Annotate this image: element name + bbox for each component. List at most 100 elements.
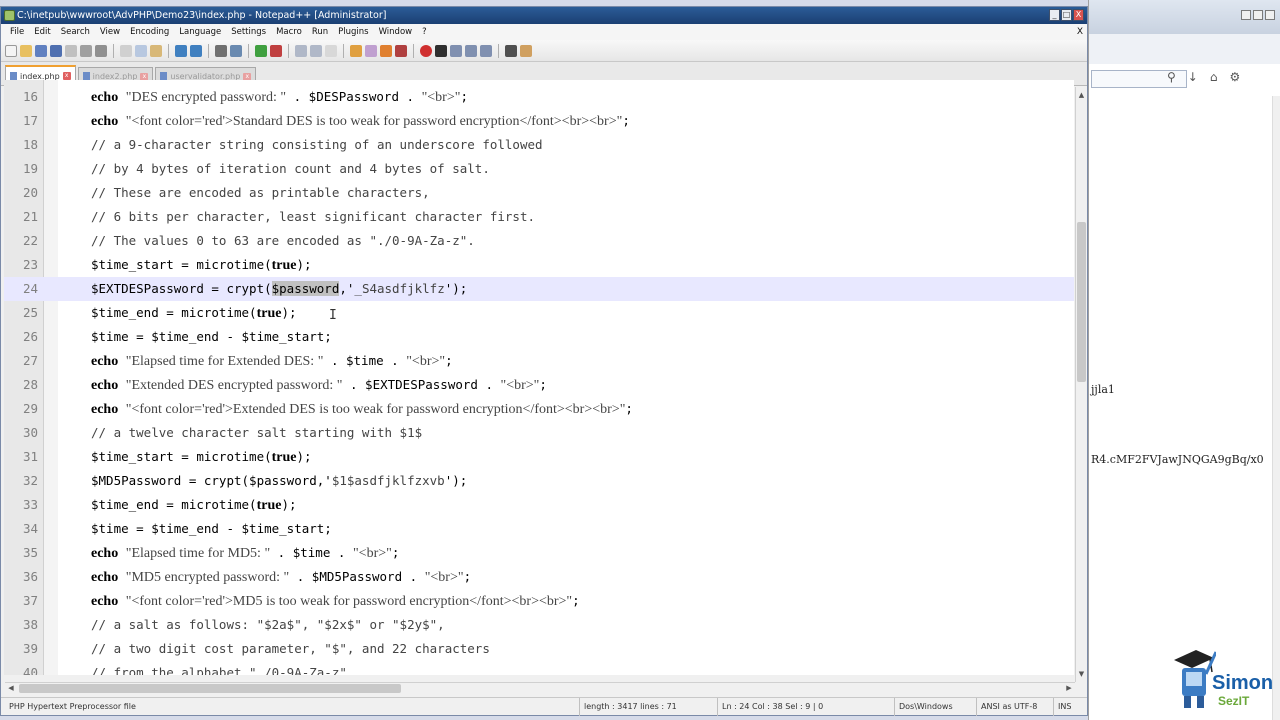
open-file-icon[interactable] [20,44,32,57]
redo-icon[interactable] [190,44,202,57]
menu-help[interactable]: ? [417,24,432,40]
download-icon[interactable]: ↓ [1188,70,1198,84]
code-editor[interactable]: 16 echo "DES encrypted password: " . $DES… [4,80,1074,675]
code-line[interactable]: 34 $time = $time_end - $time_start; [4,517,1074,541]
code-line[interactable]: 36 echo "MD5 encrypted password: " . $MD5… [4,565,1074,589]
horizontal-scrollbar[interactable]: ◀ ▶ [5,682,1075,694]
print-icon[interactable] [95,44,107,57]
code-line[interactable]: 28 echo "Extended DES encrypted password:… [4,373,1074,397]
code-line[interactable]: 35 echo "Elapsed time for MD5: " . $time … [4,541,1074,565]
save-all-icon[interactable] [50,44,62,57]
code-line[interactable]: 18 // a 9-character string consisting of … [4,133,1074,157]
menu-window[interactable]: Window [374,24,418,40]
menu-edit[interactable]: Edit [29,24,55,40]
code-line[interactable]: 23 $time_start = microtime(true); [4,253,1074,277]
play-macro-icon[interactable] [450,44,462,57]
background-scrollbar[interactable] [1272,96,1280,720]
scroll-right-arrow-icon[interactable]: ▶ [1063,683,1075,694]
close-all-icon[interactable] [80,44,92,57]
code-line[interactable]: 16 echo "DES encrypted password: " . $DES… [4,85,1074,109]
vertical-scrollbar[interactable]: ▲ ▼ [1075,87,1087,682]
undo-icon[interactable] [175,44,187,57]
cut-icon[interactable] [120,44,132,57]
menu-macro[interactable]: Macro [271,24,307,40]
find-icon[interactable] [215,44,227,57]
function-list-icon[interactable] [395,44,407,57]
scroll-down-arrow-icon[interactable]: ▼ [1076,668,1087,680]
menu-file[interactable]: File [5,24,29,40]
close-icon[interactable] [1265,10,1275,20]
plugin-icon[interactable] [505,44,517,57]
replace-icon[interactable] [230,44,242,57]
code-line[interactable]: 24 $EXTDESPassword = crypt($password,'_S4… [4,277,1074,301]
minimize-icon[interactable] [1241,10,1251,20]
tab-close-icon[interactable]: x [62,72,71,80]
code-line[interactable]: 17 echo "<font color='red'>Standard DES i… [4,109,1074,133]
code-line[interactable]: 27 echo "Elapsed time for Extended DES: "… [4,349,1074,373]
search-icon[interactable]: ⚲ [1167,70,1176,84]
menu-run[interactable]: Run [307,24,333,40]
code-token: _S4asdfjklfz [354,281,445,296]
sync-vertical-icon[interactable] [295,44,307,57]
code-text: // These are encoded as printable charac… [91,181,430,205]
maximize-button[interactable]: □ [1061,9,1072,21]
close-file-icon[interactable] [65,44,77,57]
scroll-up-arrow-icon[interactable]: ▲ [1076,89,1087,101]
plugin-icon-2[interactable] [520,44,532,57]
code-line[interactable]: 39 // a two digit cost parameter, "$", an… [4,637,1074,661]
code-line[interactable]: 29 echo "<font color='red'>Extended DES i… [4,397,1074,421]
minimize-button[interactable]: _ [1049,9,1060,21]
background-window-controls [1241,10,1275,20]
code-text: // by 4 bytes of iteration count and 4 b… [91,157,490,181]
new-file-icon[interactable] [5,44,17,57]
code-line[interactable]: 22 // The values 0 to 63 are encoded as "… [4,229,1074,253]
settings-icon[interactable]: ⚙ [1229,70,1240,84]
close-button[interactable]: X [1073,9,1084,21]
language-icon[interactable] [380,44,392,57]
save-icon[interactable] [35,44,47,57]
code-line[interactable]: 25 $time_end = microtime(true); [4,301,1074,325]
maximize-icon[interactable] [1253,10,1263,20]
scrollbar-thumb[interactable] [19,684,401,693]
record-macro-icon[interactable] [420,44,432,57]
indent-guide-icon[interactable] [365,44,377,57]
document-close-button[interactable]: X [1077,24,1083,40]
menu-encoding[interactable]: Encoding [125,24,174,40]
word-wrap-icon[interactable] [325,44,337,57]
save-macro-icon[interactable] [480,44,492,57]
paste-icon[interactable] [150,44,162,57]
show-all-characters-icon[interactable] [350,44,362,57]
code-line[interactable]: 21 // 6 bits per character, least signifi… [4,205,1074,229]
zoom-in-icon[interactable] [255,44,267,57]
code-line[interactable]: 26 $time = $time_end - $time_start; [4,325,1074,349]
run-macro-multiple-icon[interactable] [465,44,477,57]
code-line[interactable]: 33 $time_end = microtime(true); [4,493,1074,517]
code-line[interactable]: 37 echo "<font color='red'>MD5 is too wea… [4,589,1074,613]
code-line[interactable]: 38 // a salt as follows: "$2a$", "$2x$" o… [4,613,1074,637]
line-number: 22 [22,233,38,248]
code-line[interactable]: 31 $time_start = microtime(true); [4,445,1074,469]
code-line[interactable]: 30 // a twelve character salt starting wi… [4,421,1074,445]
zoom-out-icon[interactable] [270,44,282,57]
menu-view[interactable]: View [95,24,125,40]
code-token: ; [625,401,633,416]
sync-horizontal-icon[interactable] [310,44,322,57]
code-token: $EXTDESPassword = crypt( [91,281,272,296]
scrollbar-thumb[interactable] [1077,222,1086,382]
menu-settings[interactable]: Settings [226,24,271,40]
code-line[interactable]: 32 $MD5Password = crypt($password,'$1$asd… [4,469,1074,493]
menu-search[interactable]: Search [56,24,95,40]
menu-plugins[interactable]: Plugins [333,24,373,40]
home-icon[interactable]: ⌂ [1210,70,1218,84]
copy-icon[interactable] [135,44,147,57]
logo-word-secondary: SezIT [1218,694,1250,708]
code-line[interactable]: 40 // from the alphabet "./0-9A-Za-z". [4,661,1074,675]
scroll-left-arrow-icon[interactable]: ◀ [5,683,17,694]
status-length: length : 3417 lines : 71 [579,698,677,716]
code-line[interactable]: 20 // These are encoded as printable char… [4,181,1074,205]
menu-language[interactable]: Language [174,24,226,40]
code-text: $time_end = microtime(true); [91,301,297,326]
code-line[interactable]: 19 // by 4 bytes of iteration count and 4… [4,157,1074,181]
stop-recording-icon[interactable] [435,44,447,57]
